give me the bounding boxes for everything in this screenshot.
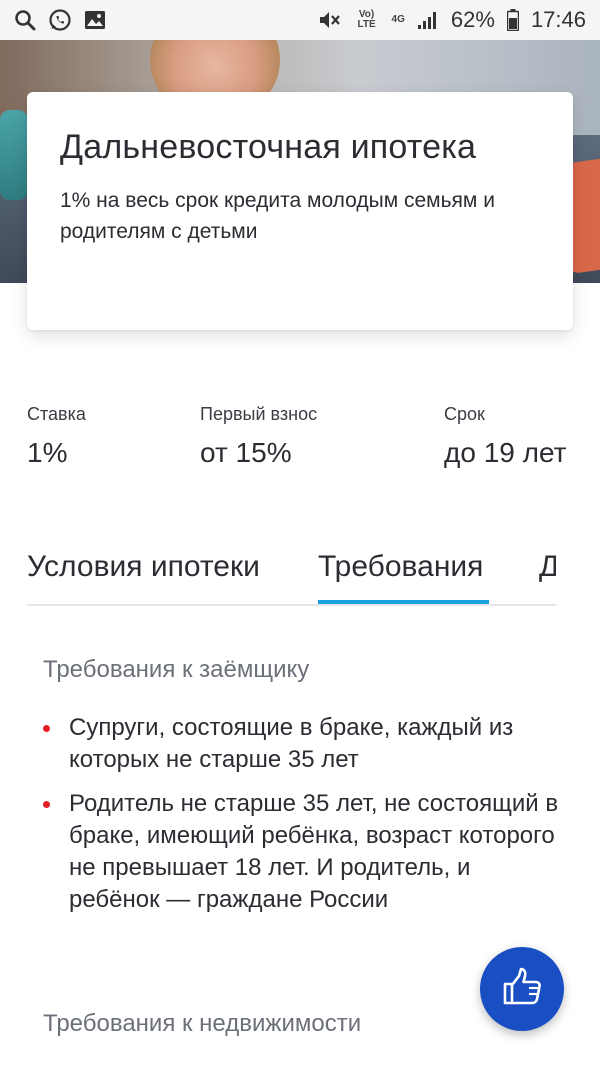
- tab-conditions[interactable]: Условия ипотеки: [27, 550, 260, 584]
- bullet-icon: [43, 725, 50, 732]
- stat-term: Срок до 19 лет: [444, 404, 566, 469]
- status-bar: Vo) LTE 4G 62% 17:46: [0, 0, 600, 40]
- stat-rate-label: Ставка: [27, 404, 86, 424]
- requirement-text: Родитель не старше 35 лет, не состоящий …: [69, 790, 559, 913]
- borrower-requirements-heading: Требования к заёмщику: [43, 656, 310, 683]
- gallery-icon: [84, 10, 106, 30]
- property-requirements-heading: Требования к недвижимости: [43, 1010, 362, 1037]
- tab-documents[interactable]: Д: [539, 550, 556, 584]
- signal-icon: [417, 10, 439, 30]
- battery-icon: [506, 9, 519, 31]
- stat-term-label: Срок: [444, 404, 485, 424]
- stats-row: Ставка 1% Первый взнос от 15% Срок до 19…: [27, 404, 587, 474]
- screen: Vo) LTE 4G 62% 17:46 Дальневосточная ипо…: [0, 0, 600, 1065]
- stat-down-payment-label: Первый взнос: [200, 404, 318, 424]
- stat-rate: Ставка 1%: [27, 404, 86, 469]
- hero-vase: [0, 110, 28, 200]
- network-label: 4G: [391, 14, 405, 25]
- stat-down-payment: Первый взнос от 15%: [200, 404, 317, 469]
- clock: 17:46: [530, 7, 586, 32]
- status-bar-left: [14, 8, 106, 32]
- volte-label: Vo) LTE: [357, 9, 376, 30]
- tab-active-indicator: [318, 600, 489, 604]
- card-title: Дальневосточная ипотека: [60, 128, 477, 166]
- requirement-text: Супруги, состоящие в браке, каждый из ко…: [69, 714, 514, 773]
- tab-bar: Условия ипотеки Требования Д: [27, 540, 556, 606]
- stat-down-payment-value: от 15%: [200, 437, 292, 468]
- tab-requirements[interactable]: Требования: [318, 550, 483, 584]
- battery-percent: 62%: [450, 7, 495, 32]
- stat-rate-value: 1%: [27, 437, 68, 468]
- thumbs-up-icon: [499, 964, 545, 1015]
- mute-icon: [318, 9, 342, 31]
- card-description: 1% на весь срок кредита молодым семьям и…: [60, 189, 495, 243]
- bullet-icon: [43, 801, 50, 808]
- feedback-button[interactable]: [480, 947, 564, 1031]
- list-item: Родитель не старше 35 лет, не состоящий …: [43, 788, 563, 916]
- search-icon: [14, 9, 36, 31]
- stat-term-value: до 19 лет: [444, 437, 567, 468]
- status-bar-right: Vo) LTE 4G 62% 17:46: [318, 7, 586, 33]
- list-item: Супруги, состоящие в браке, каждый из ко…: [43, 712, 563, 776]
- mortgage-card: Дальневосточная ипотека 1% на весь срок …: [27, 92, 573, 330]
- whatsapp-icon: [48, 8, 72, 32]
- requirements-list: Супруги, состоящие в браке, каждый из ко…: [43, 712, 563, 928]
